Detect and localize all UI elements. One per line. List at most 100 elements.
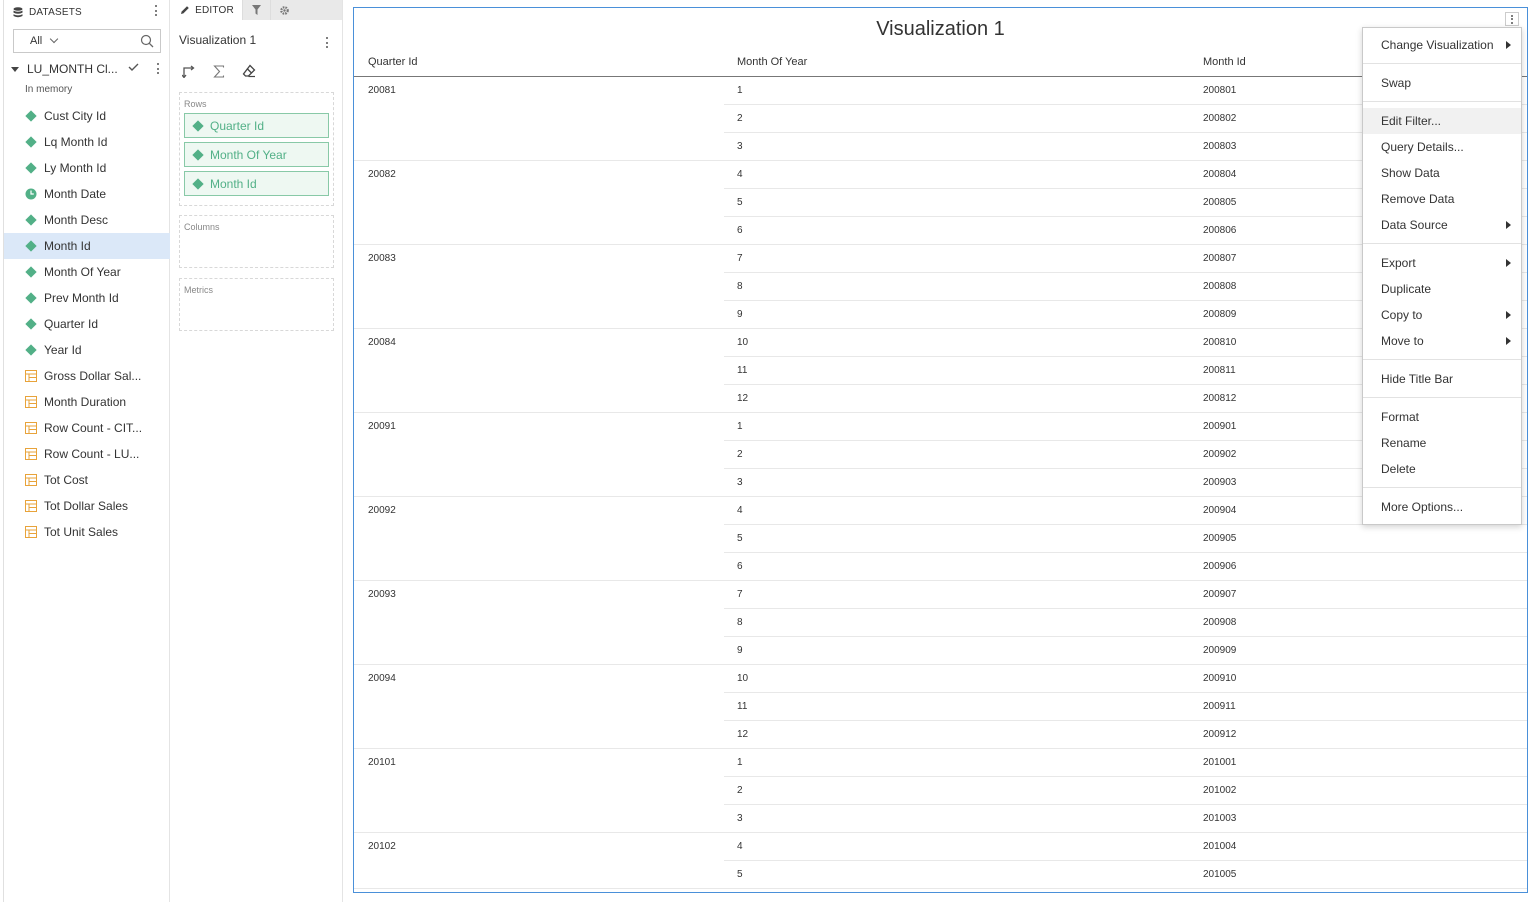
dataset-field-ly-month-id[interactable]: Ly Month Id	[4, 155, 170, 181]
menu-item-label: Swap	[1381, 76, 1412, 90]
cell-month-of-year: 2	[737, 785, 743, 796]
table-row[interactable]: 8 200808	[354, 273, 1527, 301]
dataset-field-month-duration[interactable]: Month Duration	[4, 389, 170, 415]
dataset-field-cust-city-id[interactable]: Cust City Id	[4, 103, 170, 129]
dataset-field-prev-month-id[interactable]: Prev Month Id	[4, 285, 170, 311]
table-row[interactable]: 9 200909	[354, 637, 1527, 665]
dataset-field-month-id[interactable]: Month Id	[4, 233, 170, 259]
row-chip-month-id[interactable]: Month Id	[184, 171, 329, 196]
table-row[interactable]: 20084 10 200810	[354, 329, 1527, 357]
table-row[interactable]: 20092 4 200904	[354, 497, 1527, 525]
collapse-caret-icon[interactable]	[11, 66, 19, 72]
dataset-menu-icon[interactable]	[155, 63, 161, 74]
menu-item-duplicate[interactable]: Duplicate	[1363, 276, 1521, 302]
dataset-filter-select[interactable]: All	[13, 29, 161, 53]
menu-item-move-to[interactable]: Move to	[1363, 328, 1521, 354]
table-row[interactable]: 20083 7 200807	[354, 245, 1527, 273]
dataset-field-row-count-cit[interactable]: Row Count - CIT...	[4, 415, 170, 441]
dataset-field-year-id[interactable]: Year Id	[4, 337, 170, 363]
table-row[interactable]: 20102 4 201004	[354, 833, 1527, 861]
eraser-icon[interactable]	[241, 63, 257, 79]
dataset-field-label: Ly Month Id	[44, 161, 107, 175]
sigma-icon[interactable]	[211, 63, 227, 79]
table-row[interactable]: 20081 1 200801	[354, 77, 1527, 105]
cell-month-of-year: 5	[737, 197, 743, 208]
dataset-field-month-date[interactable]: Month Date	[4, 181, 170, 207]
table-row[interactable]: 20093 7 200907	[354, 581, 1527, 609]
submenu-arrow-icon	[1506, 41, 1511, 49]
menu-item-label: Delete	[1381, 462, 1416, 476]
column-header-quarter-id[interactable]: Quarter Id	[368, 56, 418, 68]
dataset-field-row-count-lu[interactable]: Row Count - LU...	[4, 441, 170, 467]
table-row[interactable]: 2 201002	[354, 777, 1527, 805]
table-row[interactable]: 12 200812	[354, 385, 1527, 413]
table-row[interactable]: 3 200903	[354, 469, 1527, 497]
column-header-month-of-year[interactable]: Month Of Year	[737, 56, 807, 68]
column-header-month-id[interactable]: Month Id	[1203, 56, 1246, 68]
dataset-header-row[interactable]: LU_MONTH Cl...	[4, 59, 170, 79]
cell-month-id: 200908	[1203, 617, 1237, 628]
search-icon[interactable]	[140, 34, 154, 48]
table-row[interactable]: 6 200806	[354, 217, 1527, 245]
dataset-field-lq-month-id[interactable]: Lq Month Id	[4, 129, 170, 155]
table-row[interactable]: 20094 10 200910	[354, 665, 1527, 693]
table-row[interactable]: 12 200912	[354, 721, 1527, 749]
table-row[interactable]: 11 200911	[354, 693, 1527, 721]
menu-item-delete[interactable]: Delete	[1363, 456, 1521, 482]
menu-item-edit-filter[interactable]: Edit Filter...	[1363, 108, 1521, 134]
dataset-field-tot-unit-sales[interactable]: Tot Unit Sales	[4, 519, 170, 545]
cell-month-of-year: 10	[737, 337, 749, 348]
menu-item-copy-to[interactable]: Copy to	[1363, 302, 1521, 328]
dataset-field-tot-dollar-sales[interactable]: Tot Dollar Sales	[4, 493, 170, 519]
table-row[interactable]: 9 200809	[354, 301, 1527, 329]
dataset-field-label: Cust City Id	[44, 109, 107, 123]
cell-month-id: 200812	[1203, 393, 1237, 404]
swap-axes-icon[interactable]	[181, 63, 197, 79]
visualization-menu-button[interactable]	[1505, 12, 1519, 26]
rows-dropzone[interactable]: Rows Quarter Id Month Of Year Month Id	[179, 92, 334, 206]
datasets-menu-icon[interactable]	[153, 5, 159, 16]
row-chip-quarter-id[interactable]: Quarter Id	[184, 113, 329, 138]
dataset-field-gross-dollar-sal[interactable]: Gross Dollar Sal...	[4, 363, 170, 389]
tab-filter[interactable]	[242, 0, 270, 20]
menu-item-show-data[interactable]: Show Data	[1363, 160, 1521, 186]
table-row[interactable]: 6 200906	[354, 553, 1527, 581]
table-row[interactable]: 2 200902	[354, 441, 1527, 469]
row-chip-month-of-year[interactable]: Month Of Year	[184, 142, 329, 167]
dataset-field-month-desc[interactable]: Month Desc	[4, 207, 170, 233]
menu-item-more-options[interactable]: More Options...	[1363, 494, 1521, 520]
table-row[interactable]: 3 201003	[354, 805, 1527, 833]
tab-format[interactable]	[270, 0, 298, 20]
menu-item-export[interactable]: Export	[1363, 250, 1521, 276]
table-row[interactable]: 5 200805	[354, 189, 1527, 217]
menu-item-format[interactable]: Format	[1363, 404, 1521, 430]
table-row[interactable]: 5 201005	[354, 861, 1527, 889]
cell-month-id: 201001	[1203, 757, 1237, 768]
table-row[interactable]: 20082 4 200804	[354, 161, 1527, 189]
menu-item-data-source[interactable]: Data Source	[1363, 212, 1521, 238]
menu-item-swap[interactable]: Swap	[1363, 70, 1521, 96]
dataset-field-tot-cost[interactable]: Tot Cost	[4, 467, 170, 493]
menu-item-hide-title-bar[interactable]: Hide Title Bar	[1363, 366, 1521, 392]
menu-item-change-visualization[interactable]: Change Visualization	[1363, 32, 1521, 58]
visualization-options-icon[interactable]	[324, 37, 330, 48]
cell-month-of-year: 12	[737, 729, 749, 740]
table-row[interactable]: 20101 1 201001	[354, 749, 1527, 777]
menu-item-rename[interactable]: Rename	[1363, 430, 1521, 456]
tab-editor[interactable]: EDITOR	[172, 0, 242, 20]
table-row[interactable]: 20091 1 200901	[354, 413, 1527, 441]
visualization-container[interactable]: Visualization 1 Quarter Id Month Of Year…	[353, 7, 1528, 893]
table-row[interactable]: 11 200811	[354, 357, 1527, 385]
row-chip-label: Month Of Year	[210, 147, 287, 162]
columns-dropzone[interactable]: Columns	[179, 215, 334, 268]
menu-item-remove-data[interactable]: Remove Data	[1363, 186, 1521, 212]
dataset-field-month-of-year[interactable]: Month Of Year	[4, 259, 170, 285]
table-row[interactable]: 5 200905	[354, 525, 1527, 553]
table-row[interactable]: 8 200908	[354, 609, 1527, 637]
dataset-field-quarter-id[interactable]: Quarter Id	[4, 311, 170, 337]
table-row[interactable]: 3 200803	[354, 133, 1527, 161]
table-row[interactable]: 2 200802	[354, 105, 1527, 133]
menu-item-label: Data Source	[1381, 218, 1448, 232]
metrics-dropzone[interactable]: Metrics	[179, 278, 334, 331]
menu-item-query-details[interactable]: Query Details...	[1363, 134, 1521, 160]
